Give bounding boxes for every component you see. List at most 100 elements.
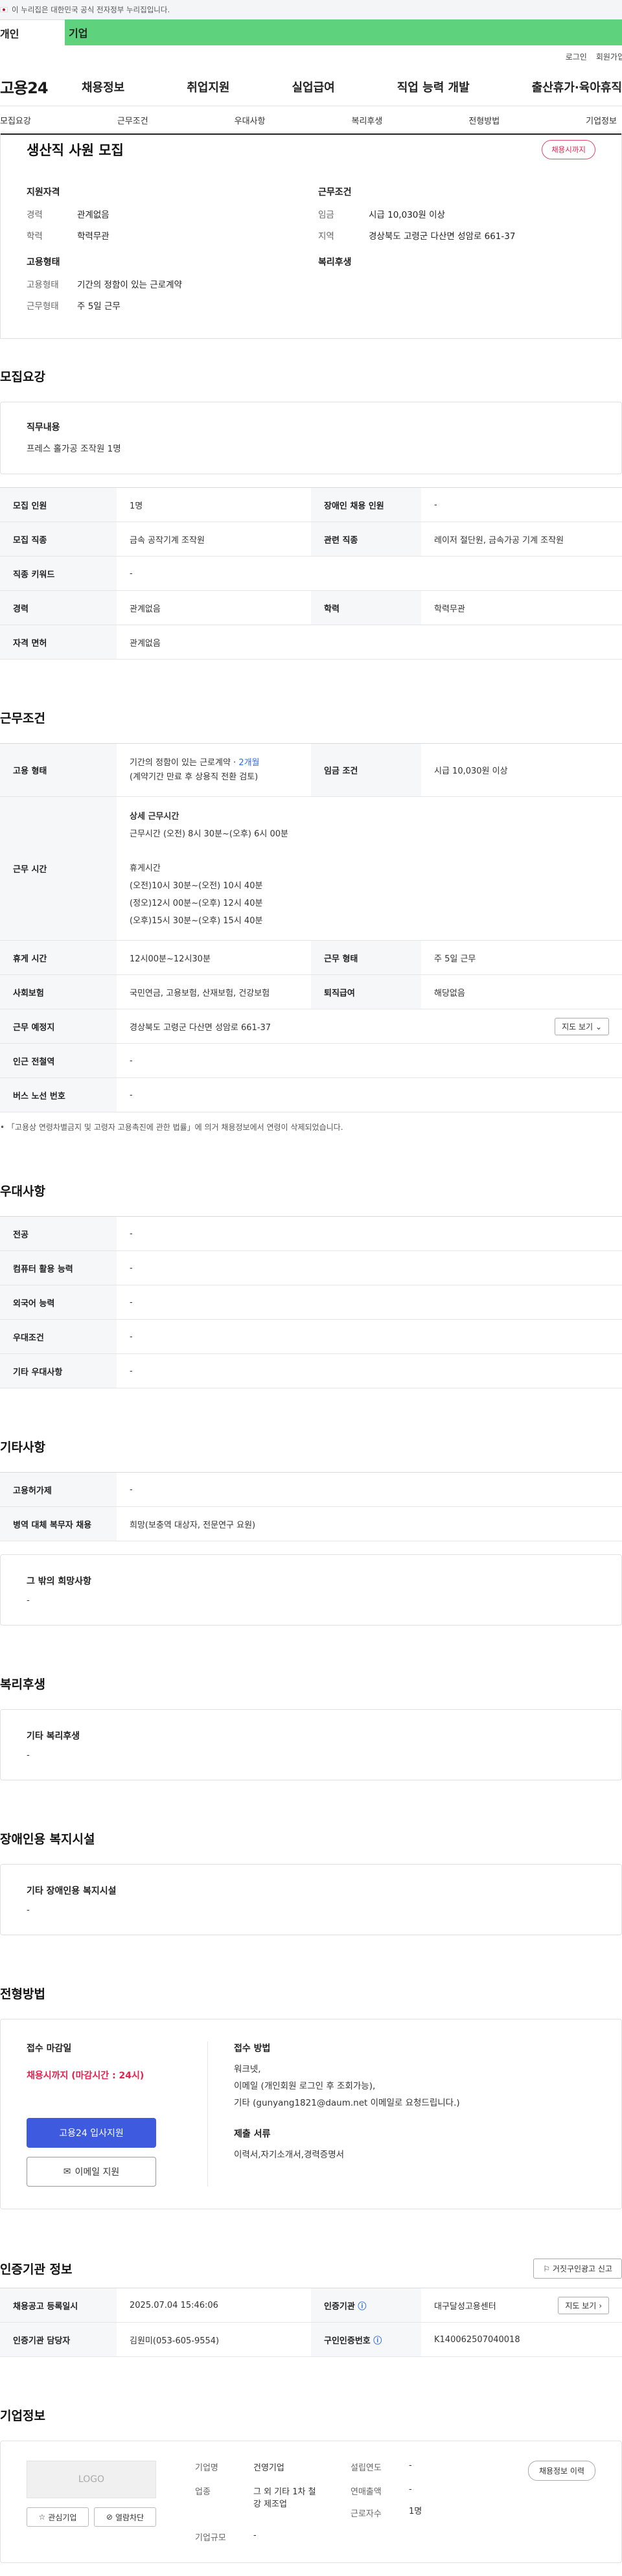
apply-left: 접수 마감일 채용시까지 (마감시간 : 24시) 고용24 입사지원 ✉ 이메일… [27,2041,208,2187]
cell-value: - [117,1285,622,1320]
disabled-facility-value: - [27,1905,30,1915]
cell-value: 금속 공작기계 조작원 [117,522,311,557]
table-row: 사회보험 국민연금, 고용보험, 산재보험, 건강보험 퇴직급여 해당없음 [0,974,622,1009]
table-row: 채용공고 등록일시 2025.07.04 15:46:06 인증기관 ⓘ 대구달… [0,2288,622,2323]
anchor-recruit[interactable]: 모집요강 [0,114,31,126]
table-row: 모집 직종 금속 공작기계 조작원 관련 직종 레이저 절단원, 금속가공 기계… [0,522,622,557]
flag-icon [0,7,8,12]
summary-condition: 근무조건 임금 시급 10,030원 이상 지역 경상북도 고령군 다산면 성암로 … [318,185,595,250]
deadline-label: 접수 마감일 [27,2043,72,2054]
interest-button[interactable]: ☆ 관심기업 [27,2507,89,2527]
report-icon: ⚐ [543,2264,551,2273]
chevron-down-icon: ⌄ [595,1022,602,1031]
user-type-tabs: 개인 기업 [0,19,622,45]
summary-cond-title: 근무조건 [318,187,352,198]
site-logo[interactable]: 고용24 [0,75,82,98]
cell-value: 학력무관 [421,590,622,625]
summary-welfare-title: 복리후생 [318,257,352,268]
kv-value: 주 5일 근무 [77,301,121,312]
company-name-label: 기업명 [195,2463,218,2473]
cell-label: 장애인 채용 인원 [311,487,421,522]
cell-label: 경력 [0,590,117,625]
report-button[interactable]: ⚐ 거짓구인광고 신고 [533,2259,622,2279]
break-title: 휴게시간 [130,863,161,873]
gnb-item-leave[interactable]: 출산휴가·육아휴직 [532,78,622,95]
cert-map-button[interactable]: 지도 보기 › [558,2296,609,2314]
job-summary: 생산직 사원 모집 채용시까지 지원자격 경력 관계없음 학력 학력무관 근무조건 … [0,133,622,339]
break-line: (정오)12시 00분~(오후) 12시 40분 [130,898,263,908]
disabled-facility-box: 기타 장애인용 복지시설 - [0,1864,622,1935]
join-link[interactable]: 회원가입 [596,51,622,62]
gnb-menu: 채용정보 취업지원 실업급여 직업 능력 개발 출산휴가·육아휴직 [82,78,622,95]
table-row: 직종 키워드 - [0,556,622,591]
break-line: (오후)15시 30분~(오후) 15시 40분 [130,915,263,926]
docs-label: 제출 서류 [234,2129,271,2139]
anchor-company[interactable]: 기업정보 [586,114,617,126]
break-line: (오전)10시 30분~(오전) 10시 40분 [130,880,263,891]
industry-value: 그 외 기타 1차 철강 제조업 [253,2485,351,2519]
anchor-welfare[interactable]: 복리후생 [351,114,382,126]
sales-value: - [409,2485,412,2494]
global-nav: 고용24 채용정보 취업지원 실업급여 직업 능력 개발 출산휴가·육아휴직 [0,67,622,106]
age-notice: • 「고용상 연령차별금지 및 고령자 고용촉진에 관한 법률」에 의거 채용정… [0,1123,343,1132]
cell-label: 근무 시간 [0,796,117,941]
online-apply-button[interactable]: 고용24 입사지원 [27,2118,156,2148]
kv-value: 경상북도 고령군 다산면 성암로 661-37 [369,231,516,242]
table-row: 경력 관계없음 학력 학력무관 [0,590,622,625]
summary-qualification: 지원자격 경력 관계없음 학력 학력무관 [27,185,318,250]
apply-box: 접수 마감일 채용시까지 (마감시간 : 24시) 고용24 입사지원 ✉ 이메일… [0,2019,622,2209]
block-icon: ⊘ [106,2513,113,2522]
tab-person[interactable]: 개인 [0,19,65,45]
kv-value: 기간의 정함이 있는 근로계약 [77,280,182,290]
table-row: 고용허가제 - [0,1472,622,1507]
cell-label: 기타 우대사항 [0,1353,117,1388]
cell-label: 근무 형태 [311,940,421,975]
gnb-item-jobs[interactable]: 채용정보 [82,78,124,95]
cell-label: 고용 형태 [0,743,117,797]
company-info-grid: 기업명 건영기업 설립연도 - 업종 그 외 기타 1차 철강 제조업 연매출액… [195,2461,474,2543]
cert-map-label: 지도 보기 [565,2301,597,2310]
gnb-item-training[interactable]: 직업 능력 개발 [397,78,470,95]
pref-table: 전공 - 컴퓨터 활용 능력 - 외국어 능력 - 우대조건 - 기타 우대사항 - [0,1216,622,1388]
company-logo: LOGO [27,2461,156,2498]
tab-company[interactable]: 기업 [65,19,622,45]
anchor-apply[interactable]: 전형방법 [468,114,500,126]
sales-emp-labels: 연매출액 근로자수 [351,2485,409,2519]
method-line: 이메일 (개인회원 로그인 후 조회가능), [234,2081,376,2091]
cell-label: 임금 조건 [311,743,421,797]
cell-label: 휴게 시간 [0,940,117,975]
info-icon[interactable]: ⓘ [358,2302,366,2312]
mail-icon: ✉ [63,2167,71,2177]
job-description-box: 직무내용 프레스 홀가공 조작원 1명 [0,402,622,474]
cell-value: - [421,487,622,522]
star-icon: ☆ [38,2513,46,2522]
cell-label: 병역 대체 복무자 채용 [0,1506,117,1541]
section-title-welfare: 복리후생 [0,1677,45,1692]
etc-table: 고용허가제 - 병역 대체 복무자 채용 희망(보충역 대상자, 전문연구 요원) [0,1472,622,1541]
map-button[interactable]: 지도 보기 ⌄ [555,1017,609,1035]
work-table: 고용 형태 기간의 정함이 있는 근로계약 · 2개월 (계약기간 만료 후 상… [0,743,622,1112]
cell-value: 경상북도 고령군 다산면 성암로 661-37 지도 보기 ⌄ [117,1009,622,1044]
anchor-work[interactable]: 근무조건 [117,114,148,126]
cell-value: 1명 [117,487,311,522]
section-anchor-nav: 모집요강 근무조건 우대사항 복리후생 전형방법 기업정보 [0,106,622,135]
company-logo-area: LOGO ☆ 관심기업 ⊘ 열람차단 [27,2461,156,2543]
cell-label: 퇴직급여 [311,974,421,1009]
email-apply-button[interactable]: ✉ 이메일 지원 [27,2157,156,2187]
gov-notice: 이 누리집은 대한민국 공식 전자정부 누리집입니다. [12,5,170,14]
anchor-pref[interactable]: 우대사항 [235,114,266,126]
gnb-item-support[interactable]: 취업지원 [187,78,229,95]
info-icon[interactable]: ⓘ [373,2336,382,2346]
cell-value: 주 5일 근무 [421,940,622,975]
history-button[interactable]: 채용정보 이력 [527,2461,595,2481]
disabled-facility-label: 기타 장애인용 복지시설 [27,1886,117,1896]
login-link[interactable]: 로그인 [566,51,587,62]
email-apply-label: 이메일 지원 [75,2167,120,2178]
cell-value: - [117,556,622,591]
cell-label: 인증기관 ⓘ [311,2288,421,2323]
section-title-apply: 전형방법 [0,1987,45,2001]
industry-line: 강 제조업 [253,2500,287,2509]
gnb-item-benefit[interactable]: 실업급여 [292,78,335,95]
table-row: 컴퓨터 활용 능력 - [0,1250,622,1285]
block-button[interactable]: ⊘ 열람차단 [94,2507,156,2527]
